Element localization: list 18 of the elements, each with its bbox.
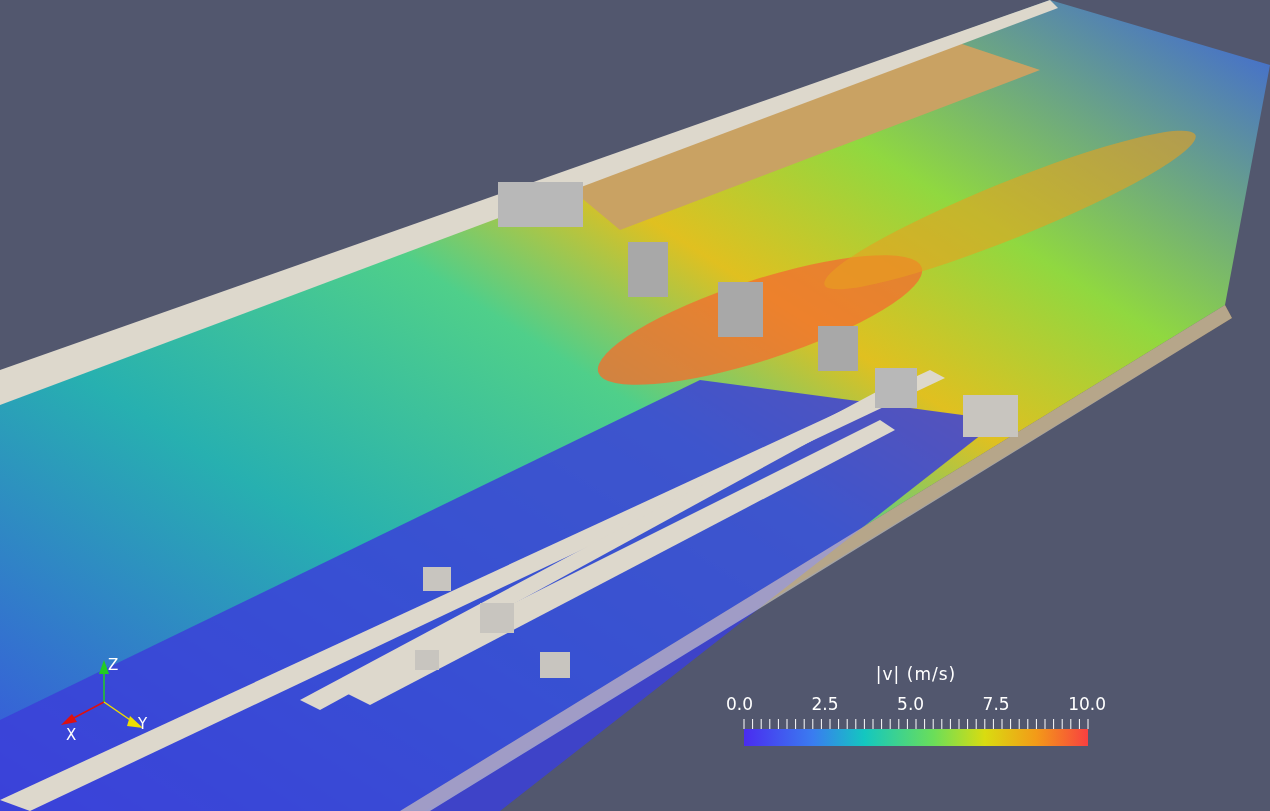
building-block [718, 282, 763, 337]
legend-title: |v| (m/s) [875, 663, 957, 686]
axis-label: Z [108, 656, 119, 674]
axis-label: X [66, 726, 77, 742]
building-block [963, 395, 1018, 437]
building-block [875, 368, 917, 408]
tick-label: 7.5 [982, 692, 1010, 716]
building-block [423, 567, 451, 591]
building-block [818, 326, 858, 371]
tick-label: 5.0 [897, 692, 925, 716]
building-block [415, 650, 439, 670]
axis-label: Y [138, 715, 148, 733]
building-block [628, 242, 668, 297]
tick-label: 0.0 [726, 692, 754, 716]
building-block [480, 603, 514, 633]
building-block [540, 652, 570, 678]
tick-label: 10.0 [1068, 692, 1106, 716]
tick-label: 2.5 [811, 692, 839, 716]
